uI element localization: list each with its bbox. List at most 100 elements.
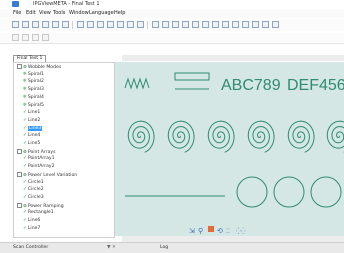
dropdown-icon[interactable] <box>272 21 279 28</box>
menu-tools[interactable]: Tools <box>53 10 65 16</box>
tree-item[interactable]: ✲Spiral3 <box>23 87 44 92</box>
rotate-icon[interactable] <box>32 34 39 41</box>
spiral-icon: ✲ <box>23 71 27 77</box>
spiral-icon: ✲ <box>23 79 27 85</box>
tree-item-label: Line5 <box>27 141 41 146</box>
delete-icon[interactable] <box>222 21 229 28</box>
save-all-icon[interactable] <box>42 21 49 28</box>
line-tool-icon[interactable] <box>162 21 169 28</box>
menu-window[interactable]: Window <box>69 10 89 16</box>
print-icon[interactable] <box>52 21 59 28</box>
tree-item[interactable]: ✲Spiral1 <box>23 72 44 77</box>
grid-icon[interactable] <box>12 34 19 41</box>
tree-item-label: Line1 <box>27 110 41 116</box>
new-file-icon[interactable] <box>12 21 19 28</box>
tree-item[interactable]: ✓Circle3 <box>23 195 44 200</box>
tree-item[interactable]: ⊙Wobble Modes <box>17 64 61 70</box>
tree-item[interactable]: ✓Line4 <box>23 133 40 138</box>
stop-icon[interactable] <box>262 21 269 28</box>
expand-collapse-icon[interactable] <box>17 148 22 154</box>
line-icon: ✓ <box>23 225 27 231</box>
circle-3 <box>310 176 342 208</box>
tree-item[interactable]: ⊙Power Level Variation <box>17 171 78 178</box>
circle-icon: ✓ <box>23 179 27 185</box>
tree-item[interactable]: ✓Line5 <box>23 141 40 146</box>
scan-controller-controls[interactable]: ▼ ✕ <box>107 245 116 250</box>
group-icon: ⊙ <box>23 172 27 178</box>
tree-item[interactable]: ✓Line7 <box>23 226 40 231</box>
menu-file[interactable]: File <box>13 10 21 16</box>
duplicate-icon[interactable] <box>107 21 114 28</box>
open-folder-icon[interactable] <box>22 21 29 28</box>
tree-item[interactable]: ⊙Power Ramping <box>17 202 64 209</box>
toolbar-separator <box>72 21 73 29</box>
tree-item[interactable]: ✓Circle1 <box>23 180 44 185</box>
tab-final-test-1[interactable]: Final Test 1 <box>13 55 47 62</box>
line-icon: ✓ <box>23 133 27 139</box>
polyline-tool-icon[interactable] <box>172 21 179 28</box>
shield-icon[interactable] <box>232 21 239 28</box>
tree-item[interactable]: ✓PointArray2 <box>23 164 55 169</box>
rect-icon: ✓ <box>23 210 27 216</box>
spiral-shape-6 <box>326 120 344 153</box>
line-icon: ✓ <box>23 218 27 223</box>
toolbar-separator <box>147 21 148 29</box>
cut-icon[interactable] <box>77 21 84 28</box>
tree-item-label: PointArray2 <box>27 164 55 170</box>
snap-icon[interactable] <box>22 34 29 41</box>
expand-collapse-icon[interactable] <box>17 64 22 69</box>
canvas-drawing: ABC789 DEF456 ⇲ ⚲ ⟲ ⁚⁚ ⁛⁛ <box>124 72 344 235</box>
tree-item[interactable]: ✓Rectangle1 <box>23 210 54 215</box>
tree-item[interactable]: ✲Spiral2 <box>23 79 44 84</box>
save-icon[interactable] <box>32 21 39 28</box>
tree-item[interactable]: ✓ Line3 <box>23 125 43 131</box>
paste-icon[interactable] <box>97 21 104 28</box>
drawing-canvas[interactable]: ABC789 DEF456 ⇲ ⚲ ⟲ ⁚⁚ ⁛⁛ <box>115 62 344 236</box>
expand-collapse-icon[interactable] <box>17 202 22 208</box>
tree-item[interactable]: ✓Line1 <box>23 110 40 115</box>
settings-icon[interactable] <box>127 21 134 28</box>
laser-icon[interactable] <box>202 21 209 28</box>
refresh-view-icon[interactable]: ⟲ <box>217 227 223 235</box>
text-tool-icon[interactable] <box>182 21 189 28</box>
refresh-icon[interactable] <box>42 34 49 41</box>
tree-item[interactable]: ✲Spiral5 <box>23 103 44 108</box>
tree-item[interactable]: ✓Line2 <box>23 118 40 123</box>
pen-icon[interactable] <box>137 21 144 28</box>
line-icon: ✓ <box>23 110 27 116</box>
expand-collapse-icon[interactable] <box>17 171 22 177</box>
target-icon[interactable] <box>252 21 259 28</box>
spiral-icon: ✲ <box>23 87 27 93</box>
tree-item[interactable]: ✓Line6 <box>23 218 40 223</box>
zoom-extents-icon[interactable]: ⁛⁛ <box>236 228 246 235</box>
canvas-text-def456: DEF456 <box>287 77 344 94</box>
circle-icon: ✓ <box>23 194 27 200</box>
line-icon: ✓ <box>23 117 27 123</box>
zoom-icon[interactable] <box>212 21 219 28</box>
tree-item[interactable]: ✓Circle2 <box>23 187 44 192</box>
tree-item-label: Power Level Variation <box>27 172 78 178</box>
menu-language[interactable]: Language <box>89 10 114 16</box>
menu-bar: File Edit View Tools Window Language Hel… <box>0 9 344 18</box>
arc-tool-icon[interactable] <box>192 21 199 28</box>
arrow-tool-icon[interactable] <box>152 21 159 28</box>
print-preview-icon[interactable] <box>62 21 69 28</box>
menu-view[interactable]: View <box>39 10 51 16</box>
pan-icon[interactable]: ⇲ <box>189 227 195 235</box>
lock-icon[interactable] <box>242 21 249 28</box>
tree-item-label: Line4 <box>27 133 41 139</box>
menu-help[interactable]: Help <box>114 10 125 16</box>
stop-view-icon[interactable] <box>208 226 214 232</box>
tree-item[interactable]: ✓PointArray1 <box>23 156 55 161</box>
tree-item-label: Power Ramping <box>27 203 64 209</box>
tree-item[interactable]: ⊙Point Arrays <box>17 148 56 155</box>
group-icon: ⊙ <box>23 149 27 155</box>
zoom-fit-icon[interactable]: ⁚⁚ <box>226 228 230 235</box>
zoom-window-icon[interactable]: ⚲ <box>198 227 203 235</box>
window-title: IPGViewMETA - Final Test 1 <box>33 1 100 7</box>
copy-icon[interactable] <box>87 21 94 28</box>
tree-item[interactable]: ✲Spiral4 <box>23 95 44 100</box>
spiral-icon: ✲ <box>23 94 27 100</box>
menu-edit[interactable]: Edit <box>26 10 36 16</box>
undo-icon[interactable] <box>117 21 124 28</box>
